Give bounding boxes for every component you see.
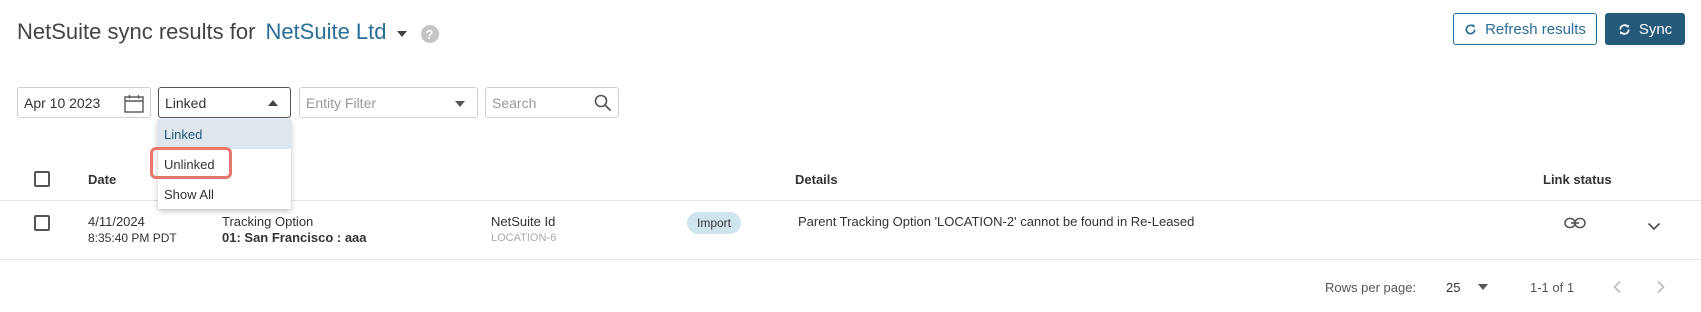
next-page-icon[interactable]: [1656, 280, 1666, 294]
date-filter-input[interactable]: Apr 10 2023: [17, 87, 151, 118]
rows-per-page-value: 25: [1446, 279, 1461, 295]
link-status-select[interactable]: Linked: [158, 87, 291, 118]
row-date-cell: 4/11/2024 8:35:40 PM PDT: [88, 214, 177, 246]
row-checkbox[interactable]: [34, 215, 50, 231]
search-placeholder: Search: [492, 94, 537, 111]
column-link-status: Link status: [1543, 172, 1612, 187]
sync-icon: [1619, 23, 1630, 35]
entity-filter-placeholder: Entity Filter: [306, 94, 377, 111]
search-icon[interactable]: [594, 94, 612, 112]
column-details: Details: [795, 172, 838, 187]
row-entity-cell: Tracking Option 01: San Francisco : aaa: [222, 214, 367, 246]
select-all-checkbox[interactable]: [34, 171, 50, 187]
direction-badge: Import: [687, 212, 741, 234]
page-range: 1-1 of 1: [1530, 279, 1575, 295]
row-details: Parent Tracking Option 'LOCATION-2' cann…: [798, 214, 1195, 229]
link-status-value: Linked: [165, 94, 207, 111]
help-icon[interactable]: ?: [420, 25, 439, 43]
expand-chevron-icon[interactable]: [1647, 222, 1661, 231]
title-prefix: NetSuite sync results for: [17, 19, 256, 44]
option-linked[interactable]: Linked: [158, 119, 291, 149]
caret-down-icon: [1478, 284, 1488, 290]
org-selector[interactable]: NetSuite Ltd: [265, 19, 407, 45]
option-unlinked[interactable]: Unlinked: [158, 149, 291, 179]
rows-per-page-label: Rows per page:: [1325, 279, 1417, 295]
column-date: Date: [88, 172, 117, 187]
row-id-cell: NetSuite Id LOCATION-6: [491, 214, 556, 246]
prev-page-icon[interactable]: [1612, 280, 1622, 294]
caret-down-icon: [396, 31, 407, 37]
caret-up-icon: [268, 100, 278, 106]
search-input[interactable]: Search: [485, 87, 619, 118]
refresh-label: Refresh results: [1485, 20, 1586, 38]
refresh-results-button[interactable]: Refresh results: [1453, 13, 1597, 45]
date-filter-value: Apr 10 2023: [24, 94, 101, 111]
sync-button[interactable]: Sync: [1605, 13, 1685, 45]
row-time: 8:35:40 PM PDT: [88, 231, 177, 245]
calendar-icon[interactable]: [124, 94, 144, 113]
sync-label: Sync: [1638, 20, 1673, 38]
caret-down-icon: [455, 101, 465, 107]
row-date: 4/11/2024: [88, 214, 145, 229]
rows-per-page-select[interactable]: 25: [1446, 275, 1488, 299]
refresh-icon: [1465, 23, 1476, 35]
link-status-dropdown: Linked Unlinked Show All: [158, 119, 291, 209]
link-icon[interactable]: [1564, 217, 1586, 229]
table-row[interactable]: 4/11/2024 8:35:40 PM PDT Tracking Option…: [0, 201, 1701, 260]
row-id-value: LOCATION-6: [491, 232, 557, 244]
page-title: NetSuite sync results for NetSuite Ltd ?: [17, 16, 439, 48]
entity-filter-select[interactable]: Entity Filter: [299, 87, 478, 118]
row-entity-name: 01: San Francisco : aaa: [222, 230, 367, 245]
row-entity-type: Tracking Option: [222, 214, 314, 229]
option-show-all[interactable]: Show All: [158, 179, 291, 209]
row-id-label: NetSuite Id: [491, 214, 556, 229]
org-name: NetSuite Ltd: [265, 19, 387, 44]
